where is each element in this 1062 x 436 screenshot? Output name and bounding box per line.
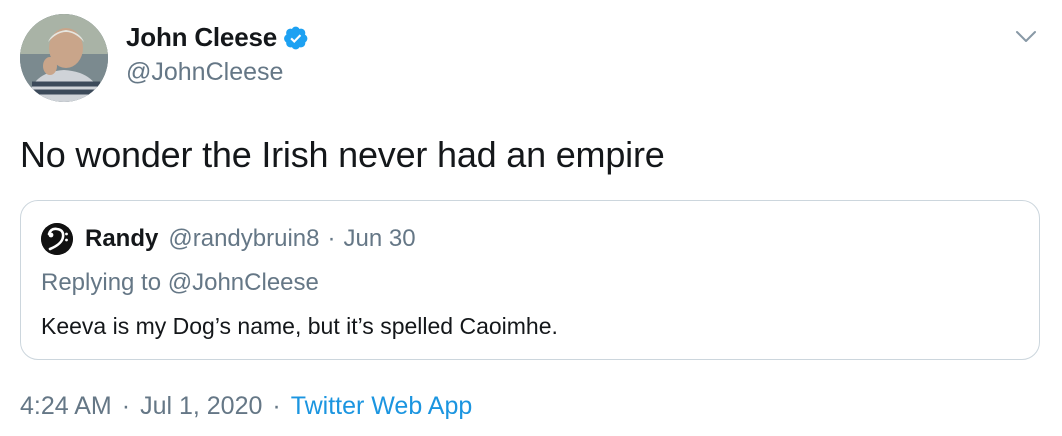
quoted-date[interactable]: Jun 30 (343, 225, 415, 253)
tweet-text: No wonder the Irish never had an empire (20, 134, 665, 175)
tweet-source-link[interactable]: Twitter Web App (291, 392, 473, 421)
tweet-date[interactable]: Jul 1, 2020 (140, 392, 262, 421)
tweet-meta: 4:24 AM · Jul 1, 2020 · Twitter Web App (20, 392, 472, 421)
replying-to-mention[interactable]: @JohnCleese (168, 269, 319, 296)
bass-clef-icon (41, 223, 73, 255)
avatar[interactable] (20, 14, 108, 102)
tweet-time[interactable]: 4:24 AM (20, 392, 112, 421)
verified-badge-icon (283, 25, 309, 51)
quoted-avatar[interactable] (41, 223, 73, 255)
author-name-row: John Cleese (126, 22, 309, 53)
author-display-name[interactable]: John Cleese (126, 22, 277, 53)
replying-to-label: Replying to (41, 269, 162, 296)
author-handle[interactable]: @JohnCleese (126, 58, 283, 87)
separator-dot: · (327, 225, 336, 252)
quoted-display-name[interactable]: Randy (85, 225, 158, 253)
chevron-down-icon[interactable] (1014, 24, 1038, 48)
quoted-handle[interactable]: @randybruin8 (168, 225, 319, 253)
quoted-tweet-text: Keeva is my Dog’s name, but it’s spelled… (41, 313, 558, 339)
separator-dot: · (121, 392, 131, 420)
separator-dot: · (272, 392, 281, 420)
quoted-tweet-header: Randy @randybruin8 · Jun 30 (41, 223, 416, 255)
quoted-tweet[interactable]: Randy @randybruin8 · Jun 30 Replying to … (20, 200, 1040, 360)
avatar-photo (20, 14, 108, 102)
replying-to-line: Replying to @JohnCleese (41, 269, 319, 297)
